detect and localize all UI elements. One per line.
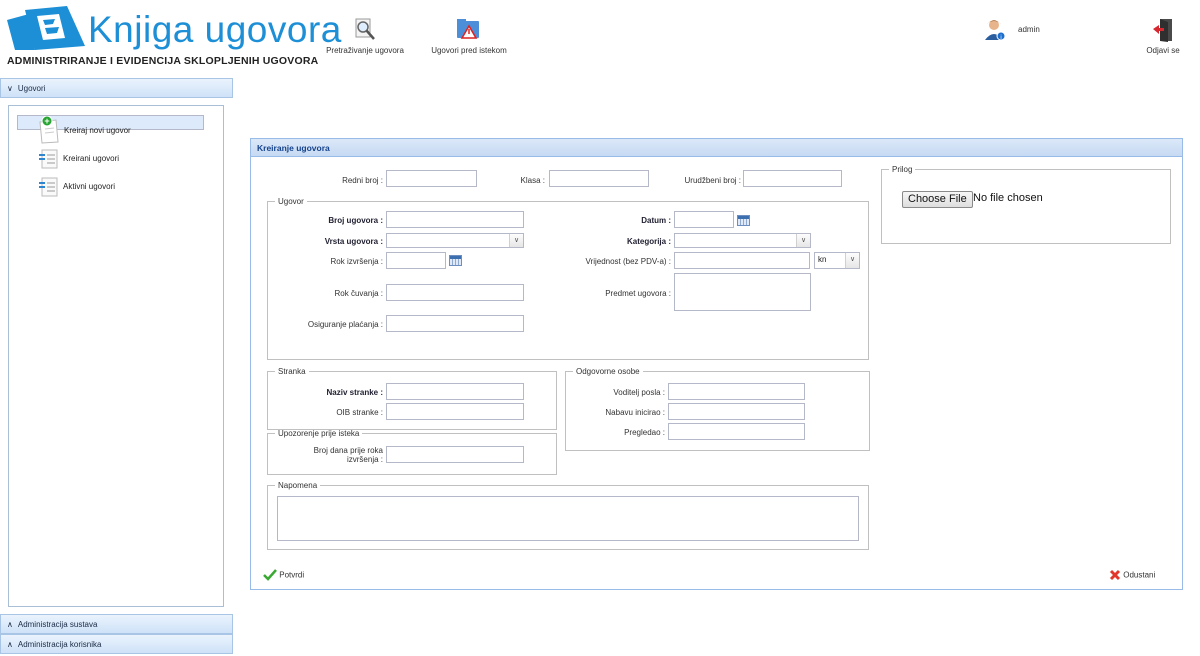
voditelj-posla-label: Voditelj posla : xyxy=(613,388,665,397)
chevron-down-icon: ∨ xyxy=(7,84,13,93)
sidebar-item-create-contract[interactable]: + Kreiraj novi ugovor xyxy=(17,115,204,144)
urudzbeni-broj-input[interactable] xyxy=(743,170,842,187)
upozorenje-legend: Upozorenje prije isteka xyxy=(278,429,360,438)
sidebar: ∨ Ugovori + Kreiraj novi ugovor Kreirani … xyxy=(0,78,233,656)
pregledao-label: Pregledao : xyxy=(624,428,665,437)
sidebar-section-label: Administracija sustava xyxy=(17,620,98,629)
confirm-label: Potvrdi xyxy=(279,570,305,580)
app-title: Knjiga ugovora xyxy=(88,9,342,50)
sidebar-item-label: Kreiraj novi ugovor xyxy=(64,126,131,135)
sidebar-section-system-admin[interactable]: ∧ Administracija sustava xyxy=(0,614,233,634)
voditelj-posla-input[interactable] xyxy=(668,383,805,400)
ugovor-legend: Ugovor xyxy=(278,197,304,206)
currency-value: kn xyxy=(818,255,827,264)
odgovorne-osobe-legend: Odgovorne osobe xyxy=(576,367,640,376)
rok-cuvanja-input[interactable] xyxy=(386,284,524,301)
osiguranje-placanja-label: Osiguranje plaćanja : xyxy=(307,320,383,329)
confirm-button[interactable]: Potvrdi xyxy=(263,569,304,581)
naziv-stranke-label: Naziv stranke : xyxy=(326,388,383,397)
sidebar-ugovori-panel: + Kreiraj novi ugovor Kreirani ugovori A… xyxy=(8,105,224,607)
exit-door-icon xyxy=(1152,18,1174,42)
stranka-legend: Stranka xyxy=(278,367,306,376)
new-document-icon: + xyxy=(37,115,63,144)
broj-dana-label-line2: izvršenja : xyxy=(346,455,383,464)
kategorija-label: Kategorija : xyxy=(626,237,671,246)
broj-ugovora-input[interactable] xyxy=(386,211,524,228)
app-subtitle: ADMINISTRIRANJE I EVIDENCIJA SKLOPLJENIH… xyxy=(7,55,319,67)
predmet-ugovora-label: Predmet ugovora : xyxy=(605,289,671,298)
username: admin xyxy=(1018,25,1040,34)
document-list-icon xyxy=(38,176,60,198)
svg-text:+: + xyxy=(44,116,49,126)
search-contracts-label: Pretraživanje ugovora xyxy=(326,46,404,55)
expiring-contracts-button[interactable]: Ugovori pred istekom xyxy=(424,18,514,55)
sidebar-item-label: Aktivni ugovori xyxy=(63,182,116,191)
osiguranje-placanja-input[interactable] xyxy=(386,315,524,332)
kategorija-select[interactable]: ∨ xyxy=(674,233,811,248)
currency-select[interactable]: kn ∨ xyxy=(814,252,860,269)
document-list-icon xyxy=(38,148,60,170)
panel-title: Kreiranje ugovora xyxy=(251,139,1182,157)
naziv-stranke-input[interactable] xyxy=(386,383,524,400)
sidebar-section-user-admin[interactable]: ∧ Administracija korisnika xyxy=(0,634,233,654)
chevron-up-icon: ∧ xyxy=(7,640,13,649)
broj-ugovora-label: Broj ugovora : xyxy=(328,216,383,225)
vrijednost-input[interactable] xyxy=(674,252,810,269)
vrsta-ugovora-select[interactable]: ∨ xyxy=(386,233,524,248)
sidebar-section-ugovori[interactable]: ∨ Ugovori xyxy=(0,78,233,98)
rok-izvrsenja-label: Rok izvršenja : xyxy=(330,257,383,266)
datum-label: Datum : xyxy=(641,216,671,225)
close-icon xyxy=(1109,569,1121,581)
klasa-input[interactable] xyxy=(549,170,649,187)
sidebar-section-label: Ugovori xyxy=(17,84,46,93)
checkmark-icon xyxy=(263,569,277,581)
sidebar-item-created-contracts[interactable]: Kreirani ugovori xyxy=(17,144,204,172)
warning-folder-icon xyxy=(456,18,482,42)
sidebar-section-label: Administracija korisnika xyxy=(17,640,102,649)
svg-text:i: i xyxy=(1000,35,1001,41)
rok-cuvanja-label: Rok čuvanja : xyxy=(334,289,383,298)
cancel-button[interactable]: Odustani xyxy=(1109,569,1155,581)
app-header: Knjiga ugovora ADMINISTRIRANJE I EVIDENC… xyxy=(0,0,1200,78)
search-contracts-button[interactable]: Pretraživanje ugovora xyxy=(318,18,412,55)
vrijednost-label: Vrijednost (bez PDV-a) : xyxy=(585,257,671,266)
vrsta-ugovora-label: Vrsta ugovora : xyxy=(324,237,383,246)
predmet-ugovora-textarea[interactable] xyxy=(674,273,811,311)
sidebar-item-label: Kreirani ugovori xyxy=(63,154,120,163)
broj-dana-input[interactable] xyxy=(386,446,524,463)
nabavu-inicirao-label: Nabavu inicirao : xyxy=(605,408,665,417)
no-file-label: No file chosen xyxy=(973,192,1043,204)
redni-broj-input[interactable] xyxy=(386,170,477,187)
calendar-icon[interactable] xyxy=(449,255,462,266)
chevron-down-icon: ∨ xyxy=(509,234,523,247)
prilog-legend: Prilog xyxy=(892,165,913,174)
redni-broj-label: Redni broj : xyxy=(342,176,383,185)
klasa-label: Klasa : xyxy=(520,176,545,185)
cancel-label: Odustani xyxy=(1123,570,1156,580)
sidebar-item-active-contracts[interactable]: Aktivni ugovori xyxy=(17,172,204,200)
broj-dana-label: Broj dana prije roka izvršenja : xyxy=(291,446,383,464)
datum-input[interactable] xyxy=(674,211,734,228)
create-contract-panel: Kreiranje ugovora Redni broj : Klasa : U… xyxy=(250,138,1183,590)
expiring-contracts-label: Ugovori pred istekom xyxy=(431,46,507,55)
calendar-icon[interactable] xyxy=(737,215,750,226)
broj-dana-label-line1: Broj dana prije roka xyxy=(313,446,383,455)
user-icon: i xyxy=(983,18,1007,42)
napomena-legend: Napomena xyxy=(278,481,318,490)
magnifier-icon xyxy=(353,18,377,42)
rok-izvrsenja-input[interactable] xyxy=(386,252,446,269)
chevron-down-icon: ∨ xyxy=(845,253,859,268)
oib-stranke-label: OIB stranke : xyxy=(336,408,383,417)
urudzbeni-broj-label: Urudžbeni broj : xyxy=(684,176,741,185)
chevron-up-icon: ∧ xyxy=(7,620,13,629)
chevron-down-icon: ∨ xyxy=(796,234,810,247)
logout-button[interactable]: Odjavi se xyxy=(1138,18,1188,55)
pregledao-input[interactable] xyxy=(668,423,805,440)
napomena-textarea[interactable] xyxy=(277,496,859,541)
oib-stranke-input[interactable] xyxy=(386,403,524,420)
logout-label: Odjavi se xyxy=(1146,46,1180,55)
choose-file-button[interactable]: Choose File xyxy=(902,191,973,208)
logo-icon xyxy=(7,6,85,52)
nabavu-inicirao-input[interactable] xyxy=(668,403,805,420)
